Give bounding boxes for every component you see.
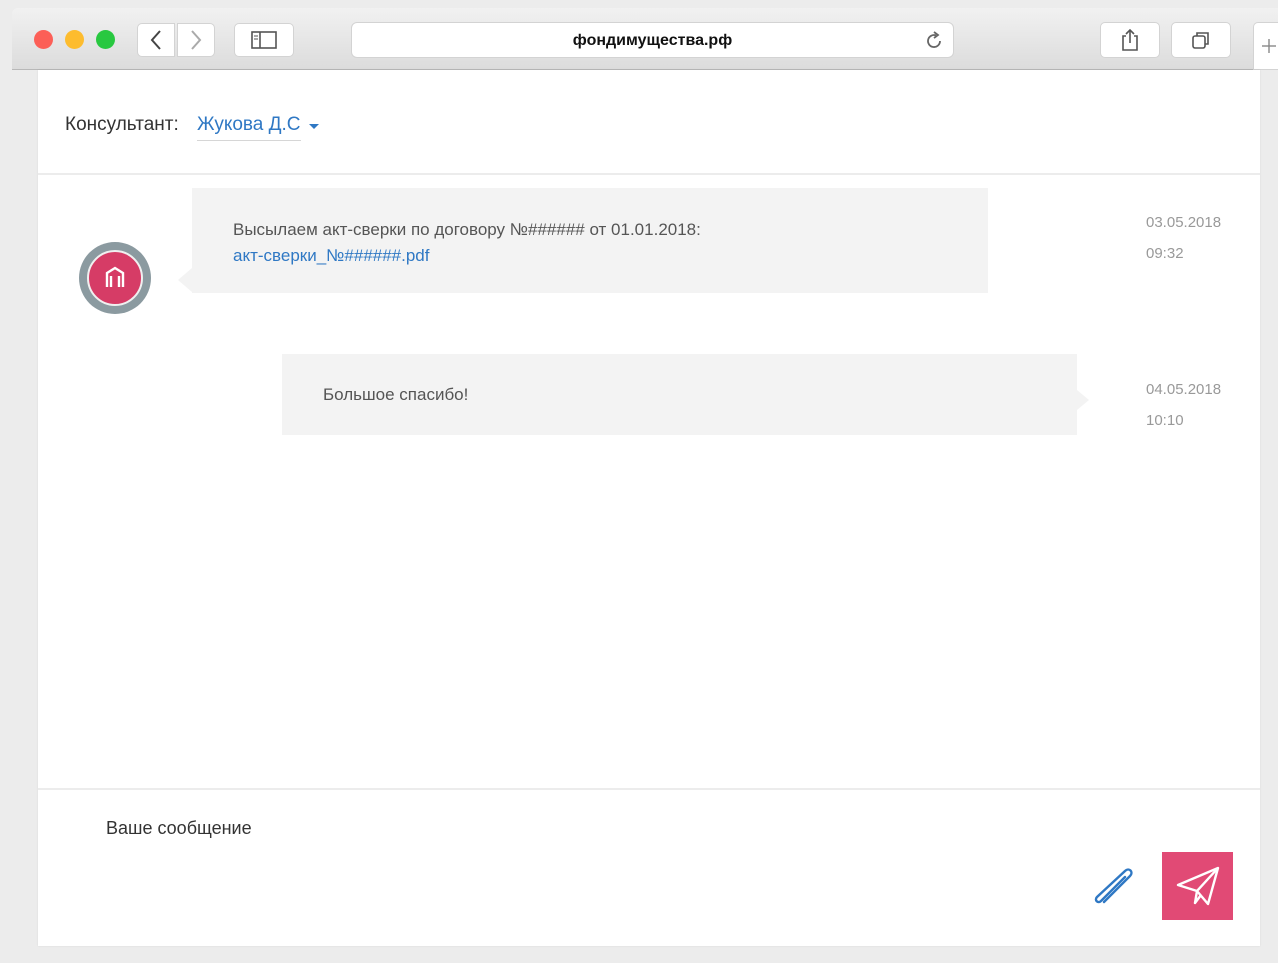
caret-down-icon <box>308 124 319 129</box>
consultant-name: Жукова Д.С <box>197 114 301 141</box>
back-button[interactable] <box>137 23 175 57</box>
send-button[interactable] <box>1162 852 1233 920</box>
message-time: 09:32 <box>1146 245 1184 262</box>
consultant-label: Консультант: <box>65 114 179 135</box>
message-timestamp: 03.05.2018 09:32 <box>1146 207 1221 269</box>
consultant-avatar <box>79 242 151 314</box>
plus-icon <box>1261 39 1276 53</box>
zoom-window-button[interactable] <box>96 30 115 49</box>
share-icon <box>1122 28 1138 51</box>
logo-icon <box>87 250 143 306</box>
attachment-link[interactable]: акт-сверки_№######.pdf <box>233 246 430 266</box>
sidebar-icon <box>251 31 277 49</box>
address-bar[interactable]: фондимущества.рф <box>351 22 954 58</box>
consultant-dropdown[interactable]: Жукова Д.С <box>197 114 319 144</box>
attach-button[interactable] <box>1088 866 1138 906</box>
consultant-header: Консультант: Жукова Д.С <box>38 70 1260 175</box>
new-tab-button[interactable] <box>1253 22 1278 70</box>
paperclip-icon <box>1094 868 1133 904</box>
paper-plane-icon <box>1176 866 1219 906</box>
reload-icon[interactable] <box>923 30 945 52</box>
tabs-overview-button[interactable] <box>1171 22 1231 58</box>
message-time: 10:10 <box>1146 412 1184 429</box>
forward-button[interactable] <box>177 23 215 57</box>
chevron-right-icon <box>191 30 202 50</box>
sidebar-button[interactable] <box>234 23 294 57</box>
browser-toolbar: фондимущества.рф <box>12 8 1278 70</box>
share-button[interactable] <box>1100 22 1160 58</box>
message-input[interactable] <box>106 814 1006 842</box>
message-bubble-outgoing: Большое спасибо! <box>282 354 1089 435</box>
message-date: 04.05.2018 <box>1146 381 1222 398</box>
message-date: 03.05.2018 <box>1146 214 1222 231</box>
message-text: Большое спасибо! <box>323 385 469 404</box>
chat-page: Консультант: Жукова Д.С Высылаем акт-све… <box>38 70 1260 946</box>
message-text: Высылаем акт-сверки по договору №###### … <box>233 220 701 239</box>
minimize-window-button[interactable] <box>65 30 84 49</box>
url-text: фондимущества.рф <box>572 32 733 49</box>
tabs-icon <box>1192 32 1209 49</box>
close-window-button[interactable] <box>34 30 53 49</box>
chevron-left-icon <box>150 30 161 50</box>
compose-area <box>38 788 1260 946</box>
message-timestamp: 04.05.2018 10:10 <box>1146 374 1221 436</box>
message-bubble-incoming: Высылаем акт-сверки по договору №###### … <box>178 188 988 293</box>
